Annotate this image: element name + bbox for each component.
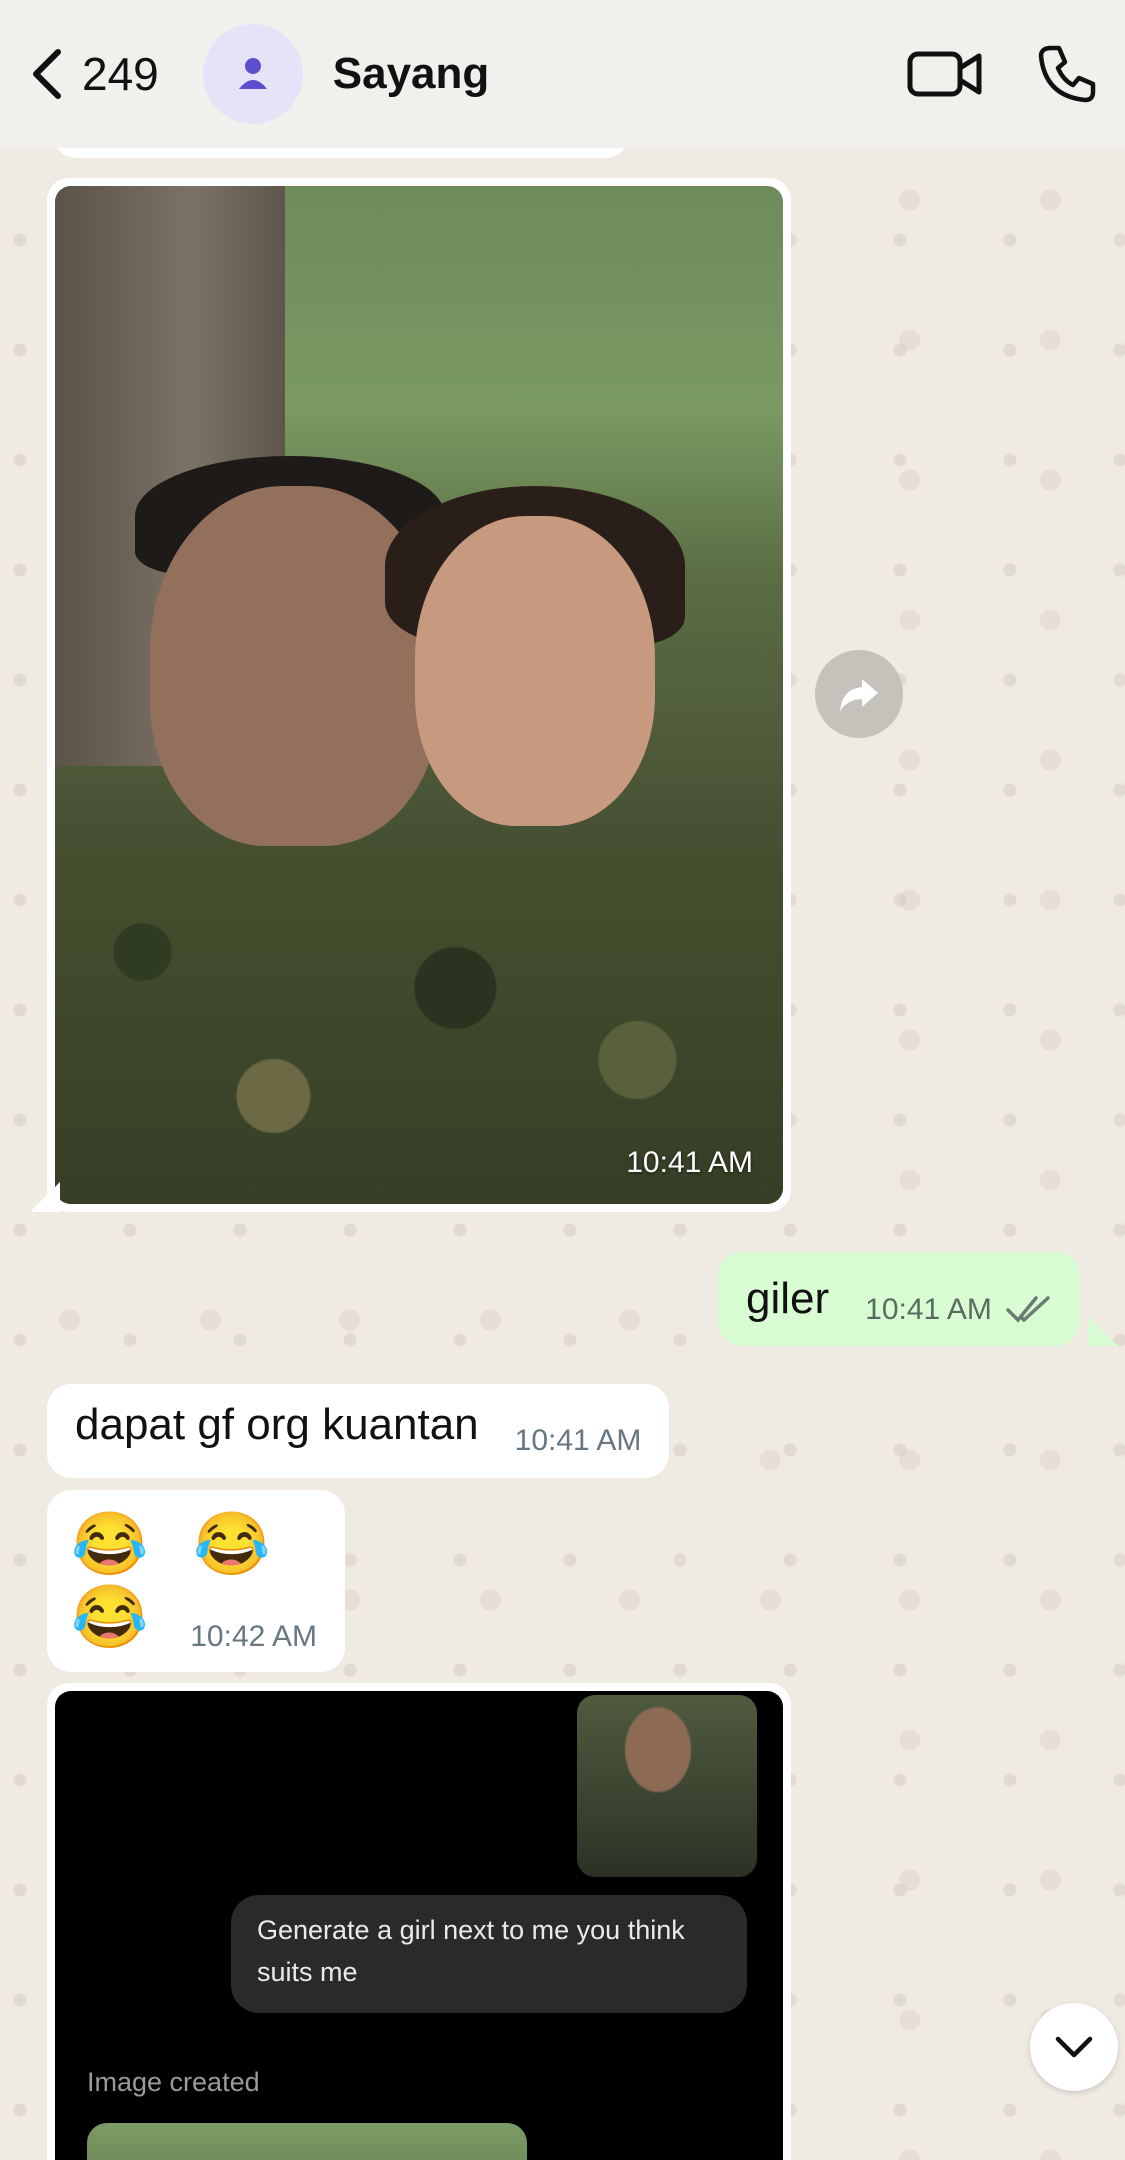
forward-icon bbox=[840, 679, 878, 711]
bubble-tail bbox=[30, 1182, 60, 1212]
prompt-text: Generate a girl next to me you think sui… bbox=[231, 1895, 747, 2013]
photo[interactable]: 10:41 AM bbox=[55, 186, 783, 1204]
phone-icon[interactable] bbox=[1037, 44, 1097, 104]
person-icon bbox=[238, 58, 267, 89]
thumbnail-photo bbox=[577, 1695, 757, 1877]
chat-header: 249 Sayang bbox=[0, 0, 1125, 148]
double-check-icon bbox=[1006, 1296, 1050, 1323]
message-text: giler bbox=[746, 1274, 830, 1323]
message-time: 10:41 AM bbox=[514, 1424, 642, 1457]
bubble-tail bbox=[1088, 1316, 1118, 1346]
previous-message-edge bbox=[54, 148, 628, 158]
forward-button[interactable] bbox=[815, 650, 903, 738]
message-time: 10:41 AM bbox=[626, 1146, 753, 1179]
generated-photo bbox=[87, 2123, 527, 2160]
avatar[interactable] bbox=[202, 24, 303, 124]
video-camera-icon[interactable] bbox=[907, 44, 983, 104]
contact-name[interactable]: Sayang bbox=[333, 49, 490, 99]
message-text: dapat gf org kuantan bbox=[75, 1400, 479, 1449]
outgoing-message[interactable]: giler 10:41 AM bbox=[718, 1252, 1080, 1346]
scroll-to-bottom-button[interactable] bbox=[1030, 2003, 1118, 2091]
image-message[interactable]: Generate a girl next to me you think sui… bbox=[47, 1683, 791, 2160]
chevron-left-icon bbox=[33, 49, 61, 99]
message-time: 10:41 AM bbox=[865, 1293, 992, 1326]
unread-count: 249 bbox=[82, 48, 159, 100]
message-list[interactable]: 10:41 AM giler 10:41 AM dapat gf org kua… bbox=[0, 148, 1125, 2160]
incoming-message[interactable]: dapat gf org kuantan 10:41 AM bbox=[47, 1384, 670, 1478]
image-created-label: Image created bbox=[87, 2067, 260, 2097]
chevron-down-icon bbox=[1055, 2036, 1093, 2058]
back-button[interactable]: 249 bbox=[28, 46, 159, 102]
image-message[interactable]: 10:41 AM bbox=[47, 178, 791, 1212]
incoming-message[interactable]: 😂 😂 😂 10:42 AM bbox=[47, 1490, 345, 1672]
screenshot-image[interactable]: Generate a girl next to me you think sui… bbox=[55, 1691, 783, 2160]
message-time: 10:42 AM bbox=[190, 1620, 317, 1653]
